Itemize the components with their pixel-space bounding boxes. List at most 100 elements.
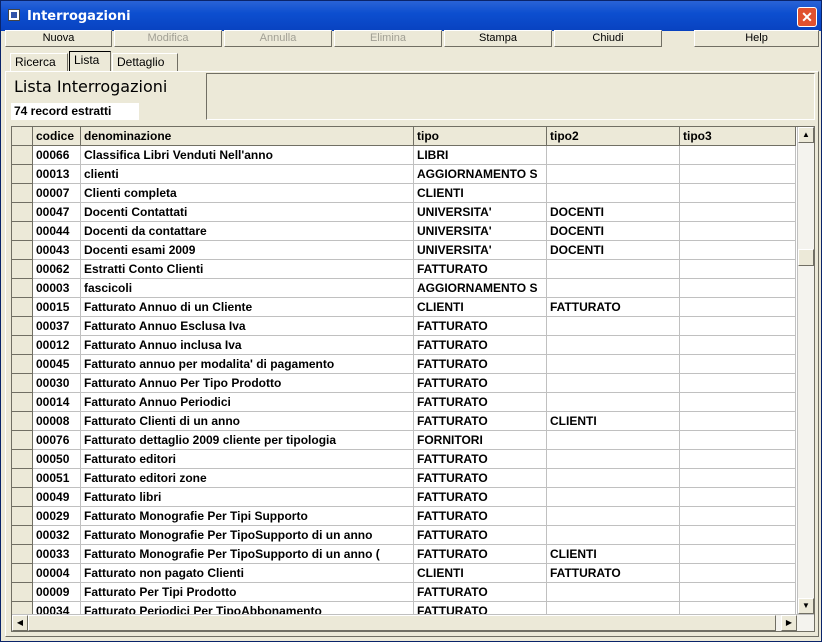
- cell-codice[interactable]: 00013: [33, 165, 81, 184]
- cell-tipo3[interactable]: [680, 431, 796, 450]
- cell-codice[interactable]: 00032: [33, 526, 81, 545]
- row-selector[interactable]: [12, 545, 33, 564]
- table-row[interactable]: 00047 Docenti Contattati UNIVERSITA' DOCENT…: [12, 203, 796, 222]
- row-selector[interactable]: [12, 203, 33, 222]
- cell-codice[interactable]: 00049: [33, 488, 81, 507]
- cell-tipo[interactable]: UNIVERSITA': [414, 241, 547, 260]
- table-row[interactable]: 00012 Fatturato Annuo inclusa Iva FATTURAT…: [12, 336, 796, 355]
- horizontal-scroll-thumb[interactable]: [28, 615, 776, 631]
- row-selector[interactable]: [12, 431, 33, 450]
- cell-denominazione[interactable]: Fatturato Annuo di un Cliente: [81, 298, 414, 317]
- cell-codice[interactable]: 00076: [33, 431, 81, 450]
- tab-dettaglio[interactable]: Dettaglio: [112, 53, 178, 71]
- cell-codice[interactable]: 00051: [33, 469, 81, 488]
- cell-codice[interactable]: 00066: [33, 146, 81, 165]
- table-row[interactable]: 00030 Fatturato Annuo Per Tipo Prodotto FA…: [12, 374, 796, 393]
- column-header-codice[interactable]: codice: [33, 127, 81, 146]
- table-row[interactable]: 00066 Classifica Libri Venduti Nell'anno L…: [12, 146, 796, 165]
- cell-codice[interactable]: 00004: [33, 564, 81, 583]
- table-row[interactable]: 00050 Fatturato editori FATTURATO: [12, 450, 796, 469]
- table-row[interactable]: 00045 Fatturato annuo per modalita' di pa…: [12, 355, 796, 374]
- cell-codice[interactable]: 00047: [33, 203, 81, 222]
- table-row[interactable]: 00037 Fatturato Annuo Esclusa Iva FATTURAT…: [12, 317, 796, 336]
- stampa-button[interactable]: Stampa: [444, 30, 552, 47]
- cell-tipo3[interactable]: [680, 450, 796, 469]
- cell-codice[interactable]: 00029: [33, 507, 81, 526]
- table-row[interactable]: 00044 Docenti da contattare UNIVERSITA' DOC…: [12, 222, 796, 241]
- table-row[interactable]: 00009 Fatturato Per Tipi Prodotto FATTURAT…: [12, 583, 796, 602]
- table-row[interactable]: 00014 Fatturato Annuo Periodici FATTURATO: [12, 393, 796, 412]
- cell-tipo2[interactable]: FATTURATO: [547, 298, 680, 317]
- cell-tipo[interactable]: FATTURATO: [414, 374, 547, 393]
- cell-codice[interactable]: 00050: [33, 450, 81, 469]
- cell-tipo[interactable]: FATTURATO: [414, 488, 547, 507]
- row-selector[interactable]: [12, 393, 33, 412]
- row-selector[interactable]: [12, 450, 33, 469]
- cell-codice[interactable]: 00033: [33, 545, 81, 564]
- row-selector[interactable]: [12, 469, 33, 488]
- cell-tipo[interactable]: FATTURATO: [414, 583, 547, 602]
- cell-tipo3[interactable]: [680, 165, 796, 184]
- cell-tipo[interactable]: FATTURATO: [414, 412, 547, 431]
- cell-tipo[interactable]: FATTURATO: [414, 450, 547, 469]
- cell-denominazione[interactable]: Fatturato Monografie Per TipoSupporto di…: [81, 545, 414, 564]
- cell-denominazione[interactable]: Fatturato editori zone: [81, 469, 414, 488]
- column-header-tipo2[interactable]: tipo2: [547, 127, 680, 146]
- table-row[interactable]: 00007 Clienti completa CLIENTI: [12, 184, 796, 203]
- cell-tipo[interactable]: UNIVERSITA': [414, 203, 547, 222]
- cell-codice[interactable]: 00012: [33, 336, 81, 355]
- cell-tipo[interactable]: CLIENTI: [414, 184, 547, 203]
- row-selector[interactable]: [12, 260, 33, 279]
- annulla-button[interactable]: Annulla: [224, 30, 332, 47]
- cell-tipo3[interactable]: [680, 146, 796, 165]
- cell-tipo[interactable]: LIBRI: [414, 146, 547, 165]
- table-row[interactable]: 00033 Fatturato Monografie Per TipoSuppor…: [12, 545, 796, 564]
- row-selector[interactable]: [12, 488, 33, 507]
- elimina-button[interactable]: Elimina: [334, 30, 442, 47]
- cell-tipo[interactable]: FATTURATO: [414, 260, 547, 279]
- row-selector[interactable]: [12, 526, 33, 545]
- cell-denominazione[interactable]: Classifica Libri Venduti Nell'anno: [81, 146, 414, 165]
- cell-tipo3[interactable]: [680, 545, 796, 564]
- table-row[interactable]: 00062 Estratti Conto Clienti FATTURATO: [12, 260, 796, 279]
- cell-tipo3[interactable]: [680, 469, 796, 488]
- cell-tipo3[interactable]: [680, 412, 796, 431]
- cell-tipo3[interactable]: [680, 488, 796, 507]
- cell-tipo[interactable]: FORNITORI: [414, 431, 547, 450]
- row-selector[interactable]: [12, 374, 33, 393]
- row-selector[interactable]: [12, 279, 33, 298]
- row-selector[interactable]: [12, 355, 33, 374]
- cell-denominazione[interactable]: Fatturato non pagato Clienti: [81, 564, 414, 583]
- cell-tipo3[interactable]: [680, 279, 796, 298]
- column-header-denominazione[interactable]: denominazione: [81, 127, 414, 146]
- cell-codice[interactable]: 00044: [33, 222, 81, 241]
- cell-denominazione[interactable]: clienti: [81, 165, 414, 184]
- chiudi-button[interactable]: Chiudi: [554, 30, 662, 47]
- cell-denominazione[interactable]: Fatturato editori: [81, 450, 414, 469]
- vertical-scrollbar[interactable]: ▲ ▼: [797, 127, 814, 614]
- horizontal-scrollbar[interactable]: ◀ ▶: [12, 614, 814, 631]
- row-selector[interactable]: [12, 222, 33, 241]
- scroll-right-icon[interactable]: ▶: [781, 615, 797, 631]
- cell-tipo2[interactable]: [547, 469, 680, 488]
- cell-tipo3[interactable]: [680, 317, 796, 336]
- cell-tipo3[interactable]: [680, 260, 796, 279]
- cell-tipo3[interactable]: [680, 374, 796, 393]
- row-selector[interactable]: [12, 564, 33, 583]
- cell-denominazione[interactable]: Fatturato Monografie Per Tipi Supporto: [81, 507, 414, 526]
- cell-tipo2[interactable]: [547, 336, 680, 355]
- cell-tipo[interactable]: FATTURATO: [414, 507, 547, 526]
- cell-denominazione[interactable]: Fatturato Per Tipi Prodotto: [81, 583, 414, 602]
- scroll-left-icon[interactable]: ◀: [12, 615, 28, 631]
- cell-tipo[interactable]: CLIENTI: [414, 298, 547, 317]
- cell-tipo2[interactable]: DOCENTI: [547, 222, 680, 241]
- cell-tipo2[interactable]: [547, 374, 680, 393]
- cell-tipo3[interactable]: [680, 526, 796, 545]
- row-selector[interactable]: [12, 241, 33, 260]
- row-selector[interactable]: [12, 336, 33, 355]
- table-row[interactable]: 00015 Fatturato Annuo di un Cliente CLIENT…: [12, 298, 796, 317]
- table-row[interactable]: 00008 Fatturato Clienti di un anno FATTURA…: [12, 412, 796, 431]
- cell-tipo[interactable]: AGGIORNAMENTO S: [414, 279, 547, 298]
- cell-codice[interactable]: 00003: [33, 279, 81, 298]
- cell-tipo2[interactable]: CLIENTI: [547, 545, 680, 564]
